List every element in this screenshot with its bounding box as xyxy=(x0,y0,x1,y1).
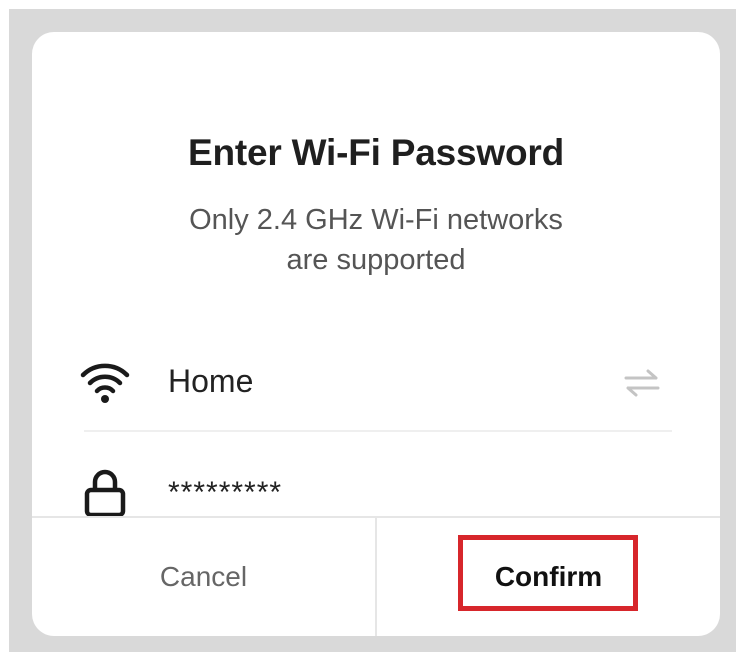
dialog-title: Enter Wi-Fi Password xyxy=(187,132,564,173)
wifi-icon xyxy=(80,363,130,403)
field-divider xyxy=(84,430,672,432)
switch-network-icon[interactable] xyxy=(622,367,662,399)
dialog-subtitle-line-2: are supported xyxy=(286,244,466,276)
wifi-network-name: Home xyxy=(168,363,254,399)
cancel-button[interactable]: Cancel xyxy=(32,518,375,636)
confirm-highlight-box xyxy=(458,535,638,611)
dialog-subtitle-line-1: Only 2.4 GHz Wi-Fi networks xyxy=(189,204,563,236)
lock-icon xyxy=(84,469,126,518)
dialog-subtitle: Only 2.4 GHz Wi-Fi networks are supporte… xyxy=(136,200,616,280)
wifi-password-dialog: Enter Wi-Fi Password Only 2.4 GHz Wi-Fi … xyxy=(32,32,720,636)
password-value: ********* xyxy=(168,476,283,509)
wifi-network-row[interactable]: Home xyxy=(32,347,720,417)
